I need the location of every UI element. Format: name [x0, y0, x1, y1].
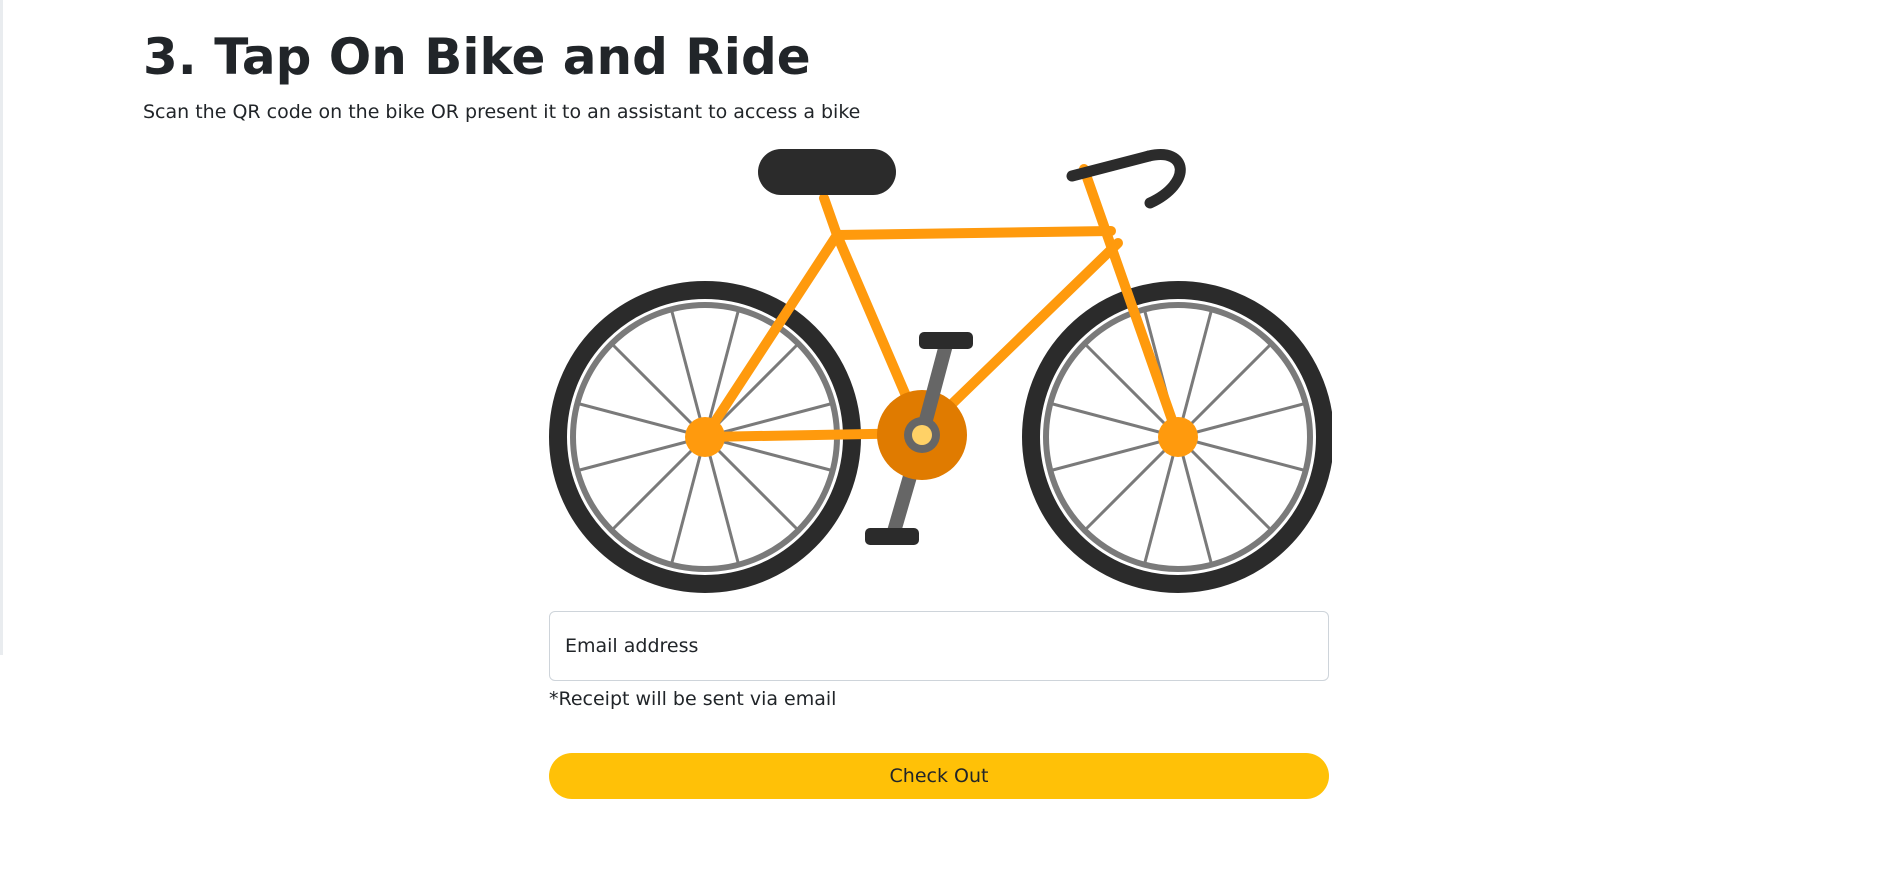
step-instructions: Scan the QR code on the bike OR present …	[143, 101, 861, 123]
page-title: 3. Tap On Bike and Ride	[143, 28, 811, 86]
bottom-bracket-center	[912, 425, 932, 445]
rear-hub	[685, 417, 725, 457]
email-field[interactable]	[549, 611, 1329, 681]
front-pedal	[919, 332, 973, 349]
check-out-button[interactable]: Check Out	[549, 753, 1329, 799]
front-hub	[1158, 417, 1198, 457]
bicycle-illustration	[549, 149, 1332, 593]
left-edge-divider	[0, 0, 3, 655]
receipt-hint: *Receipt will be sent via email	[549, 688, 837, 710]
rear-pedal	[865, 528, 919, 545]
saddle	[758, 149, 896, 195]
checkout-page: 3. Tap On Bike and Ride Scan the QR code…	[0, 0, 1902, 870]
